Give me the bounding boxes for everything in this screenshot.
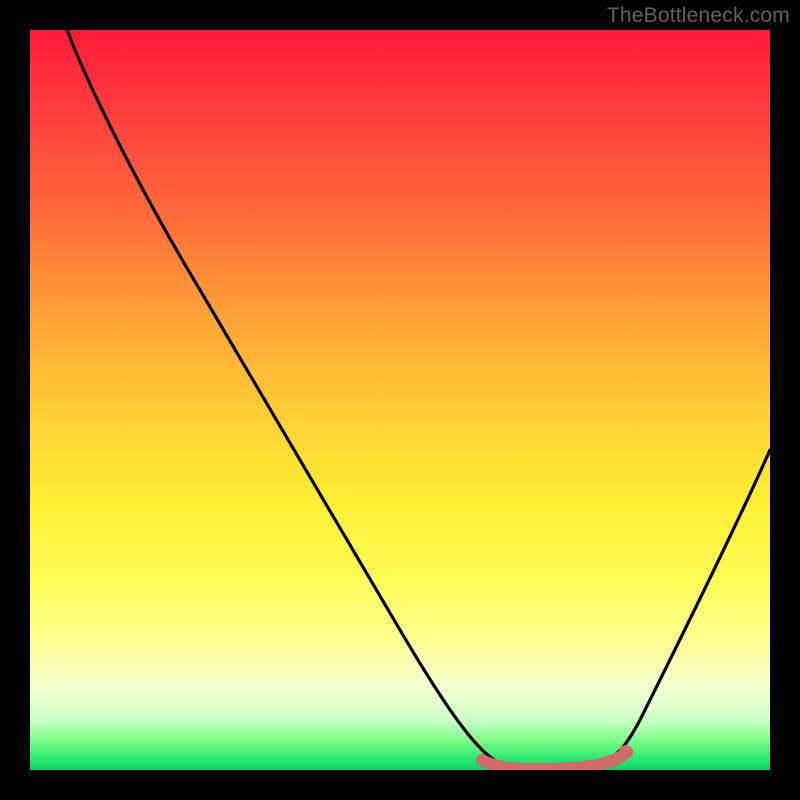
watermark-text: TheBottleneck.com xyxy=(607,4,790,28)
gradient-plot-area xyxy=(30,30,770,770)
chart-frame: TheBottleneck.com xyxy=(0,0,800,800)
